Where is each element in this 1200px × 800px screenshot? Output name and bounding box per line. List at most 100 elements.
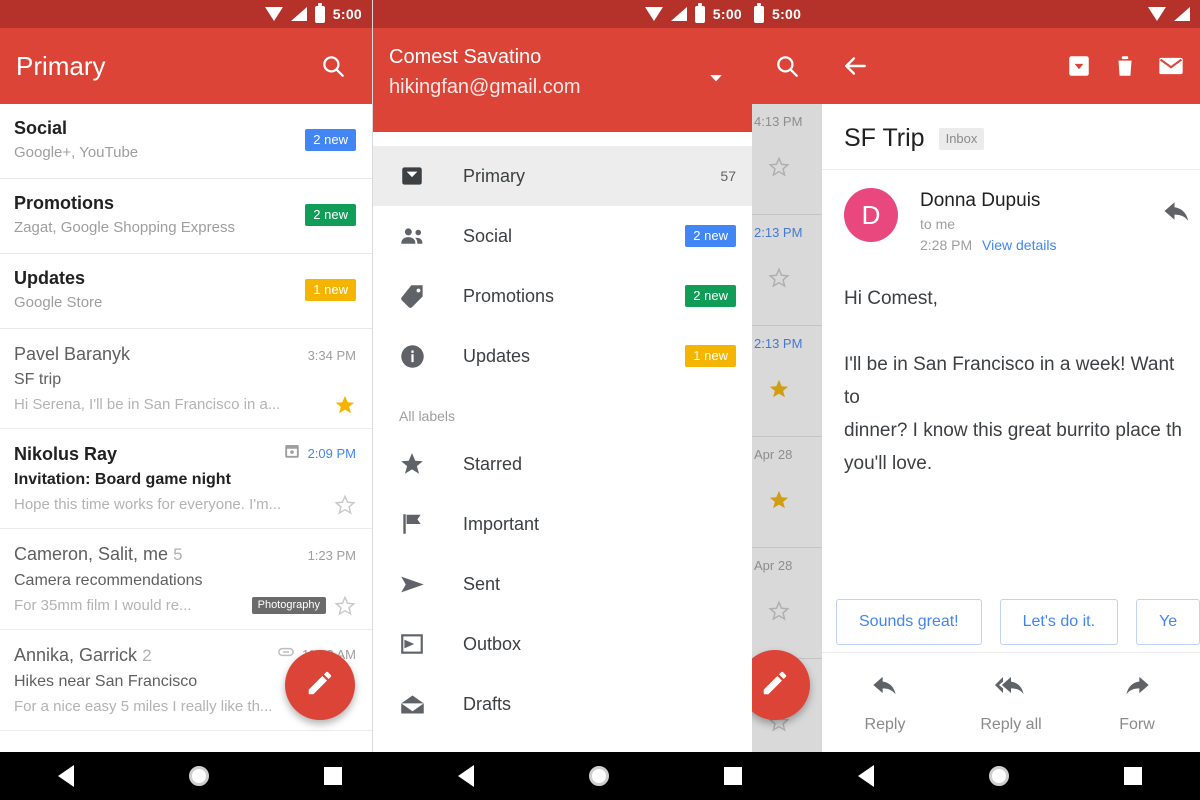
star-icon[interactable] (768, 489, 790, 516)
category-row-updates[interactable]: Updates Google Store 1 new (0, 254, 372, 329)
sidebar-item-primary[interactable]: Primary 57 (373, 146, 752, 206)
sidebar-item-promotions[interactable]: Promotions 2 new (373, 266, 752, 326)
category-row-promotions[interactable]: Promotions Zagat, Google Shopping Expres… (0, 179, 372, 254)
home-button[interactable] (588, 766, 609, 786)
sidebar-item-badge: 1 new (685, 345, 736, 367)
mail-timestamp: 2:09 PM (307, 446, 356, 461)
smart-reply-chip[interactable]: Let's do it. (999, 599, 1119, 645)
list-item[interactable]: Apr 28 (752, 548, 822, 659)
status-bar-time: 5:00 (772, 6, 802, 22)
table-row[interactable]: Cameron, Salit, me 5 1:23 PM Camera reco… (0, 529, 372, 630)
reply-button[interactable]: Reply (822, 653, 948, 752)
sidebar-item-starred[interactable]: Starred (373, 434, 752, 494)
send-icon (399, 571, 433, 598)
archive-icon[interactable] (1056, 43, 1102, 89)
category-badge: 1 new (305, 279, 356, 301)
category-title: Social (14, 118, 68, 138)
chevron-down-icon[interactable] (696, 58, 736, 98)
home-button[interactable] (988, 766, 1009, 786)
status-bar-time: 5:00 (332, 6, 362, 22)
recents-button[interactable] (324, 767, 343, 785)
back-button[interactable] (457, 765, 474, 787)
star-icon[interactable] (334, 595, 356, 617)
info-icon (399, 343, 433, 370)
page-title: SF Trip (844, 124, 925, 152)
star-icon[interactable] (768, 267, 790, 294)
table-row[interactable]: Pavel Baranyk 3:34 PM SF trip Hi Serena,… (0, 329, 372, 429)
category-title: Updates (14, 268, 86, 288)
message-recipients[interactable]: to me (920, 214, 1154, 235)
reply-all-button[interactable]: Reply all (948, 653, 1074, 752)
battery-icon (314, 2, 325, 23)
compose-fab[interactable] (285, 650, 355, 720)
table-row[interactable]: Nikolus Ray 2:09 PM Invitation: Board ga… (0, 429, 372, 529)
drawer-section-label: All labels (399, 408, 456, 424)
reply-icon[interactable] (1154, 188, 1200, 234)
sidebar-item-outbox[interactable]: Outbox (373, 614, 752, 674)
android-navigation-bar (0, 752, 1200, 800)
back-arrow-icon[interactable] (832, 43, 878, 89)
star-icon[interactable] (334, 494, 356, 516)
sidebar-item-updates[interactable]: Updates 1 new (373, 326, 752, 386)
mail-timestamp: 2:13 PM (754, 225, 803, 240)
mail-timestamp: Apr 28 (754, 558, 793, 573)
mail-sender: Cameron, Salit, me 5 (14, 544, 183, 564)
sidebar-item-label: Starred (463, 453, 523, 474)
sidebar-item-badge: 2 new (685, 225, 736, 247)
category-subtitle: Google+, YouTube (14, 144, 139, 161)
list-item[interactable]: 4:13 PM (752, 104, 822, 215)
list-item[interactable]: 2:13 PM (752, 326, 822, 437)
back-button[interactable] (57, 765, 74, 787)
tag-icon (399, 283, 433, 310)
calendar-icon (283, 442, 301, 465)
sidebar-item-badge: 2 new (685, 285, 736, 307)
page-title: Primary (16, 50, 106, 81)
category-subtitle: Zagat, Google Shopping Express (14, 219, 235, 236)
peeking-list-strip: 5:00 4:13 PM 2:13 PM 2:13 PM Apr 28 Apr … (752, 0, 822, 752)
delete-icon[interactable] (1102, 43, 1148, 89)
smart-reply-chip[interactable]: Ye (1136, 599, 1200, 645)
search-icon[interactable] (310, 43, 356, 89)
category-row-social[interactable]: Social Google+, YouTube 2 new (0, 104, 372, 179)
action-label: Forw (1119, 716, 1155, 733)
search-icon[interactable] (764, 43, 810, 89)
category-badge: 2 new (305, 204, 356, 226)
recents-button[interactable] (724, 767, 743, 785)
back-button[interactable] (857, 765, 874, 787)
action-label: Reply all (980, 716, 1042, 733)
signal-icon (1174, 7, 1190, 21)
sidebar-item-important[interactable]: Important (373, 494, 752, 554)
drawer-account-header[interactable]: Comest Savatino hikingfan@gmail.com (373, 28, 752, 132)
conversation-action-bar: Reply Reply all Forw (822, 652, 1200, 752)
recents-button[interactable] (1124, 767, 1143, 785)
view-details-link[interactable]: View details (982, 237, 1056, 253)
sidebar-item-sent[interactable]: Sent (373, 554, 752, 614)
reply-icon (871, 671, 899, 704)
star-icon[interactable] (768, 156, 790, 183)
smart-reply-chip[interactable]: Sounds great! (836, 599, 982, 645)
list-item[interactable]: 2:13 PM (752, 215, 822, 326)
sidebar-item-drafts[interactable]: Drafts (373, 674, 752, 734)
app-bar-conversation (822, 28, 1200, 104)
forward-button[interactable]: Forw (1074, 653, 1200, 752)
message-sender: Donna Dupuis (920, 190, 1041, 211)
avatar: D (844, 188, 898, 242)
conversation-subject-bar: SF Trip Inbox (822, 104, 1200, 170)
status-bar-time: 5:00 (712, 6, 742, 22)
pencil-icon (305, 668, 335, 703)
mail-timestamp: 3:34 PM (307, 348, 356, 363)
sidebar-item-social[interactable]: Social 2 new (373, 206, 752, 266)
sidebar-item-label: Drafts (463, 693, 512, 714)
mail-icon[interactable] (1148, 43, 1194, 89)
phone-panel-conversation: SF Trip Inbox D Donna Dupuis to me 2:28 … (822, 0, 1200, 752)
star-icon[interactable] (768, 378, 790, 405)
status-bar: 5:00 (373, 0, 752, 28)
star-icon[interactable] (768, 600, 790, 627)
list-item[interactable]: Apr 28 (752, 437, 822, 548)
message-body: Hi Comest, I'll be in San Francisco in a… (844, 288, 1182, 474)
home-button[interactable] (188, 766, 209, 786)
sidebar-item-label: Social (463, 225, 513, 246)
sidebar-item-label: Primary (463, 165, 525, 186)
mail-thread-count: 2 (142, 646, 152, 665)
star-icon[interactable] (334, 394, 356, 416)
